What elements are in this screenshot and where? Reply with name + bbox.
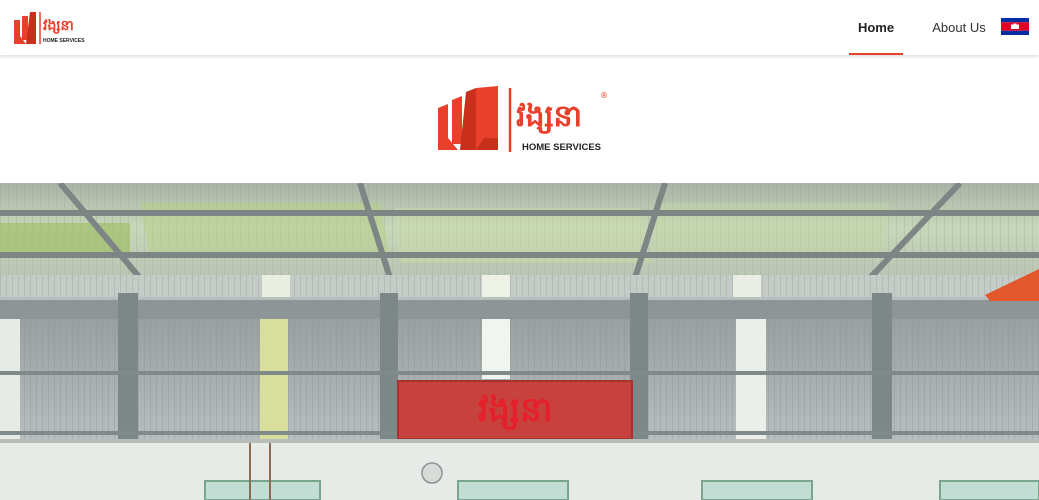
nav-link-about-us[interactable]: About Us — [931, 0, 987, 55]
nav-logo-brand-text: វង្សនា — [43, 18, 74, 34]
hero-banner-image: វង្សនា — [0, 183, 1039, 500]
nav-logo[interactable]: វង្សនា HOME SERVICES — [12, 10, 102, 48]
nav-logo-sub-text: HOME SERVICES — [43, 38, 85, 44]
top-navbar: វង្សនា HOME SERVICES Home About Us — [0, 0, 1039, 55]
hero-logo: វង្សនា ® HOME SERVICES — [436, 86, 608, 158]
banner-sign-text: វង្សនា — [478, 390, 553, 430]
hero-logo-brand-text: វង្សនា — [516, 99, 582, 134]
registered-mark: ® — [600, 91, 608, 100]
brand-logo-icon: វង្សនា HOME SERVICES — [14, 12, 85, 44]
cambodia-flag-icon[interactable] — [1001, 18, 1029, 35]
nav-link-home[interactable]: Home — [849, 0, 903, 55]
hero-logo-sub-text: HOME SERVICES — [522, 142, 601, 153]
hero-brand-logo-icon: វង្សនា ® HOME SERVICES — [438, 86, 608, 153]
warehouse-photo: វង្សនា — [0, 183, 1039, 500]
